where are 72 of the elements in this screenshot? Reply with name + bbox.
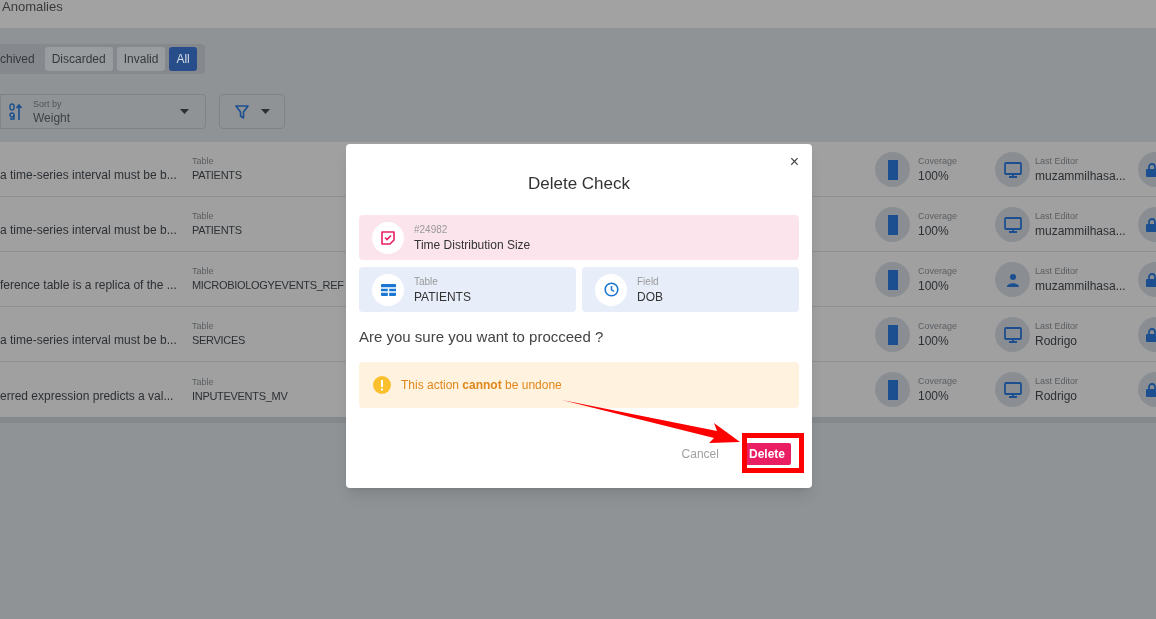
editor-label: Last Editor xyxy=(1035,377,1079,386)
table-label: Table xyxy=(192,212,214,221)
clock-icon xyxy=(595,273,627,306)
check-description: erred expression predicts a val... xyxy=(0,388,174,403)
check-description: ference table is a replica of the ... xyxy=(0,278,177,292)
table-name: PATIENTS xyxy=(192,225,242,236)
table-label: Table xyxy=(192,157,214,166)
editor-name: Rodrigo xyxy=(1035,335,1079,347)
person-icon xyxy=(1005,272,1020,287)
coverage-value: 100% xyxy=(918,170,950,182)
editor-label: Last Editor xyxy=(1035,157,1080,166)
coverage-label: Coverage xyxy=(918,377,958,386)
caret-icon xyxy=(260,109,270,114)
check-icon xyxy=(372,221,404,254)
highlight-frame xyxy=(742,433,804,473)
table-name: INPUTEVENTS_MV xyxy=(192,390,288,402)
coverage-label: Coverage xyxy=(918,267,958,276)
table-name: MICROBIOLOGYEVENTS_REF xyxy=(192,280,344,291)
coverage-value: 100% xyxy=(918,280,950,292)
sort-numeric-icon xyxy=(9,102,23,121)
coverage-label: Coverage xyxy=(918,212,958,221)
status-tab[interactable]: Invalid xyxy=(116,47,166,71)
table-label: Table xyxy=(192,267,214,276)
monitor-icon xyxy=(1003,216,1022,233)
warning-text: This action cannot be undone xyxy=(401,377,562,394)
check-description: a time-series interval must be b... xyxy=(0,223,177,237)
editor-label: Last Editor xyxy=(1035,212,1080,221)
status-tab[interactable]: All xyxy=(169,47,197,71)
coverage-icon xyxy=(875,207,910,242)
editor-name: muzammilhasa... xyxy=(1035,280,1126,292)
table-name: SERVICES xyxy=(192,335,246,346)
coverage-icon xyxy=(875,152,910,187)
monitor-icon xyxy=(1003,161,1022,178)
check-description: a time-series interval must be b... xyxy=(0,333,177,347)
confirmation-question: Are you sure you want to procceed ? xyxy=(359,328,605,346)
check-name: Time Distribution Size xyxy=(414,238,531,251)
table-icon xyxy=(372,273,404,306)
monitor-icon xyxy=(1003,326,1022,343)
coverage-icon xyxy=(875,262,910,297)
editor-name: Rodrigo xyxy=(1035,390,1079,402)
coverage-value: 100% xyxy=(918,335,950,347)
table-name: PATIENTS xyxy=(192,170,242,181)
table-name: PATIENTS xyxy=(414,290,471,303)
table-label: Table xyxy=(192,322,214,331)
table-label: Table xyxy=(414,276,439,287)
cancel-button[interactable]: Cancel xyxy=(681,443,719,465)
caret-icon xyxy=(180,109,189,114)
close-button[interactable]: × xyxy=(789,154,799,170)
editor-name: muzammilhasa... xyxy=(1035,170,1126,182)
monitor-icon xyxy=(1003,381,1022,398)
coverage-label: Coverage xyxy=(918,322,958,331)
status-tab[interactable]: chived xyxy=(0,47,41,71)
field-label: Field xyxy=(637,276,660,287)
filter-icon xyxy=(234,104,249,119)
check-description: a time-series interval must be b... xyxy=(0,168,177,182)
editor-name: muzammilhasa... xyxy=(1035,225,1126,237)
table-label: Table xyxy=(192,377,214,387)
sort-value: Weight xyxy=(33,111,72,124)
check-id: #24982 xyxy=(414,224,449,235)
page-title: Anomalies xyxy=(1,0,63,14)
filter-dropdown[interactable] xyxy=(219,94,285,129)
coverage-icon xyxy=(875,317,910,352)
coverage-icon xyxy=(875,372,910,407)
field-name: DOB xyxy=(637,290,663,303)
coverage-value: 100% xyxy=(918,225,950,237)
editor-label: Last Editor xyxy=(1035,322,1079,331)
status-tab[interactable]: Discarded xyxy=(44,47,113,71)
coverage-label: Coverage xyxy=(918,157,958,166)
warning-icon xyxy=(373,376,391,394)
dialog-title: Delete Check xyxy=(527,174,631,194)
editor-label: Last Editor xyxy=(1035,267,1080,276)
coverage-value: 100% xyxy=(918,390,950,402)
